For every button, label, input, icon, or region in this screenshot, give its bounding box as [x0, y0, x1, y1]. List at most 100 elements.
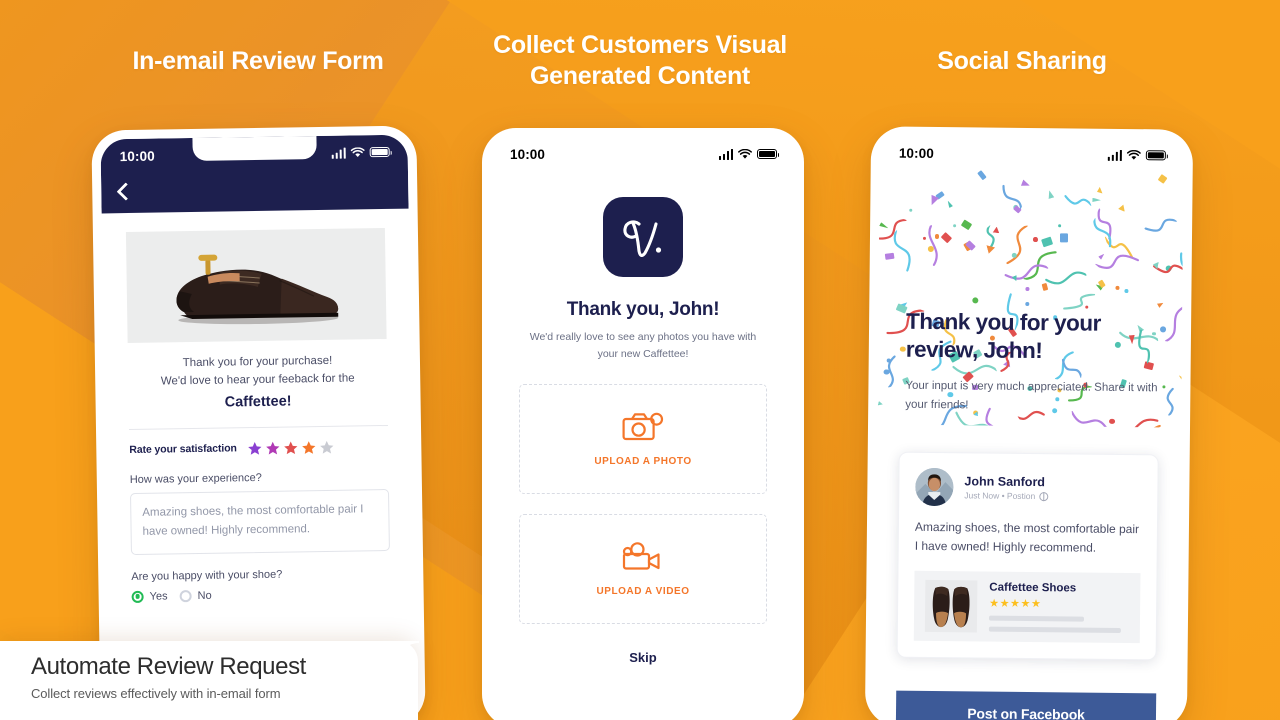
upload-video-label: UPLOAD A VIDEO: [596, 585, 690, 597]
review-body-text: Amazing shoes, the most comfortable pair…: [914, 519, 1140, 556]
confetti-piece: [1124, 288, 1129, 293]
phone1-app-header: 10:00: [100, 134, 409, 214]
phone3-screen: 10:00 Thank you for your review, John! Y…: [873, 135, 1185, 720]
battery-icon: [757, 148, 780, 160]
skip-button[interactable]: Skip: [519, 650, 767, 665]
confetti-piece: [1157, 174, 1168, 185]
confetti-piece: [1063, 183, 1096, 214]
radio-option-yes[interactable]: Yes: [131, 590, 168, 603]
radio-label-no: No: [197, 589, 212, 602]
review-card: John Sanford Just Now • Postion Amazing …: [896, 451, 1159, 661]
review-meta-text: Just Now • Postion: [964, 490, 1036, 502]
product-rating-stars: ★★★★★: [989, 597, 1042, 611]
confetti-piece: [883, 369, 890, 375]
review-author-name: John Sanford: [964, 474, 1046, 490]
battery-icon: [369, 146, 390, 158]
cellular-signal-icon: [718, 148, 733, 160]
phone3-text-block: Thank you for your review, John! Your in…: [905, 308, 1160, 417]
status-time: 10:00: [510, 146, 546, 162]
skeleton-line-1: [988, 615, 1085, 622]
phone3-status-bar: 10:00: [880, 135, 1184, 172]
wifi-icon: [350, 146, 365, 157]
confetti-piece: [1109, 419, 1115, 425]
review-author-info: John Sanford Just Now • Postion: [964, 474, 1049, 502]
product-photo: [125, 227, 387, 344]
avatar-photo-icon: [915, 467, 954, 507]
phone-mockup-social-sharing: 10:00 Thank you for your review, John! Y…: [864, 126, 1194, 720]
confetti-piece: [1046, 190, 1054, 199]
star-icon[interactable]: [301, 440, 316, 455]
status-indicators: [1107, 149, 1166, 161]
upload-photo-button[interactable]: UPLOAD A PHOTO: [519, 383, 767, 494]
confetti-piece: [952, 224, 956, 228]
product-info: Caffettee Shoes ★★★★★: [988, 581, 1130, 633]
confetti-piece: [1162, 384, 1166, 389]
rating-stars[interactable]: [247, 439, 334, 455]
confetti-piece: [1158, 387, 1183, 420]
cellular-signal-icon: [331, 147, 346, 159]
confetti-piece: [1118, 204, 1127, 213]
radio-dot: [179, 589, 192, 602]
star-icon[interactable]: [319, 439, 334, 454]
cv-monogram-icon: [623, 220, 662, 257]
phone1-status-bar: 10:00: [100, 135, 407, 174]
star-icon[interactable]: [247, 441, 262, 456]
upload-photo-label: UPLOAD A PHOTO: [594, 455, 692, 467]
battery-icon: [1145, 149, 1166, 161]
cellular-signal-icon: [1107, 149, 1122, 161]
avatar: [915, 467, 954, 507]
post-on-facebook-button[interactable]: Post on Facebook: [895, 690, 1157, 720]
product-row[interactable]: Caffettee Shoes ★★★★★: [913, 570, 1141, 644]
back-chevron-icon[interactable]: [116, 182, 135, 201]
confetti-piece: [1165, 303, 1184, 349]
product-name: Caffettee Shoes: [989, 581, 1077, 595]
thank-you-title: Thank you, John!: [566, 299, 720, 320]
confetti-piece: [960, 219, 972, 231]
review-author-row: John Sanford Just Now • Postion: [915, 467, 1141, 508]
caption-card: Automate Review Request Collect reviews …: [0, 641, 419, 720]
confetti-piece: [1041, 236, 1054, 249]
skeleton-line-2: [988, 626, 1121, 633]
star-icon[interactable]: [265, 440, 280, 455]
column-heading-collect-visual-content: Collect Customers Visual Generated Conte…: [493, 31, 787, 90]
product-thumbnail: [924, 579, 978, 633]
confetti-piece: [877, 421, 909, 428]
wifi-icon: [738, 148, 752, 159]
happy-radio-group: Yes No: [131, 587, 391, 603]
confetti-piece: [878, 401, 884, 407]
caption-subtitle: Collect reviews effectively with in-emai…: [31, 686, 281, 701]
confetti-piece: [971, 297, 979, 304]
confetti-piece: [1033, 237, 1038, 242]
confetti-piece: [1058, 224, 1062, 228]
confetti-piece: [1059, 233, 1069, 243]
phone2-status-bar: 10:00: [491, 137, 795, 171]
confetti-piece: [916, 221, 945, 267]
wifi-icon: [1126, 149, 1141, 160]
status-time: 10:00: [898, 145, 934, 161]
review-meta: Just Now • Postion: [964, 490, 1049, 502]
confetti-piece: [940, 231, 952, 244]
star-icon[interactable]: [283, 440, 298, 455]
confetti-piece: [997, 221, 1033, 265]
video-camera-icon: [622, 541, 660, 570]
rating-label: Rate your satisfaction: [129, 442, 237, 457]
review-thanks-title: Thank you for your review, John!: [905, 308, 1101, 363]
confetti-piece: [1095, 187, 1102, 195]
confetti-piece: [886, 358, 891, 363]
confetti-piece: [977, 170, 987, 181]
purchase-thanks-line-2: We'd love to hear your feeback for the: [160, 372, 355, 388]
radio-option-no[interactable]: No: [179, 589, 212, 602]
confetti-piece: [1159, 326, 1166, 333]
column-heading-social-sharing: Social Sharing: [937, 47, 1107, 75]
review-thanks-subtitle: Your input is very much appreciated. Sha…: [905, 380, 1158, 412]
confetti-piece: [908, 208, 913, 213]
globe-icon: [1039, 491, 1049, 501]
radio-label-yes: Yes: [149, 590, 168, 603]
upload-video-button[interactable]: UPLOAD A VIDEO: [519, 513, 767, 624]
confetti-piece: [1020, 179, 1030, 188]
caption-title: Automate Review Request: [31, 653, 306, 680]
experience-question-label: How was your experience?: [129, 471, 262, 486]
cv-monogram-logo: [603, 197, 683, 277]
dress-shoe-icon: [175, 254, 338, 324]
experience-textarea[interactable]: Amazing shoes, the most comfortable pair…: [129, 488, 390, 555]
